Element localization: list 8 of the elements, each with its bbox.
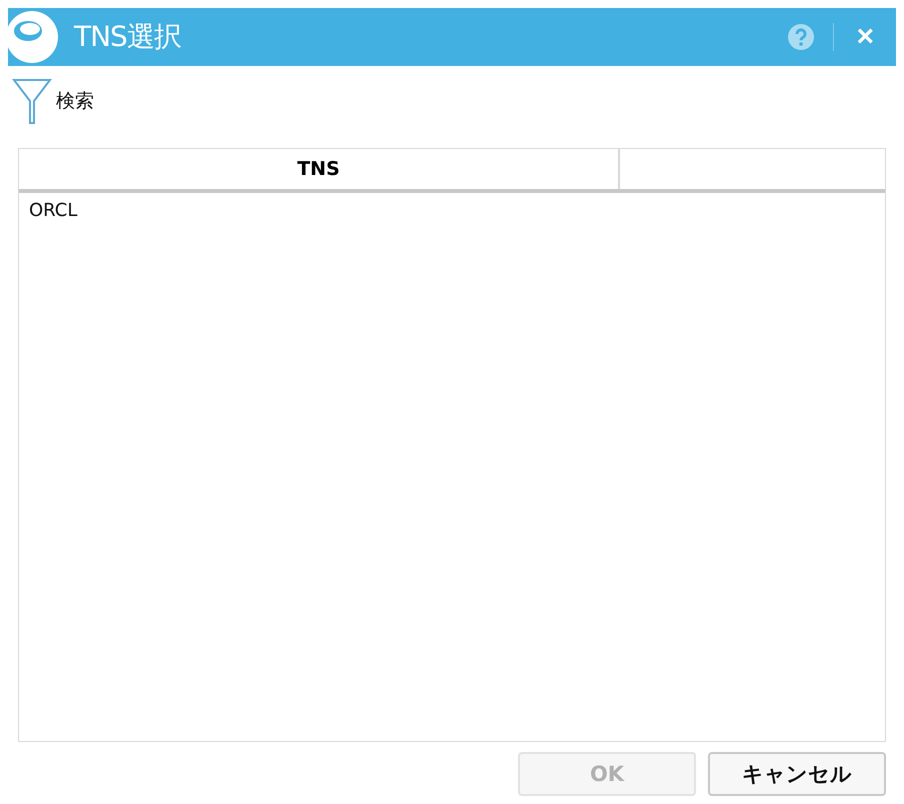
funnel-icon [12, 77, 52, 125]
search-filter-button[interactable]: 検索 [12, 77, 94, 125]
table-cell-text: ORCL [28, 200, 78, 220]
window-title: TNS選択 [74, 19, 182, 55]
column-header[interactable]: TNS [19, 149, 620, 189]
table-row[interactable]: ORCL [19, 193, 885, 227]
dialog-button[interactable]: キャンセル [708, 752, 886, 796]
help-icon[interactable] [787, 23, 816, 51]
